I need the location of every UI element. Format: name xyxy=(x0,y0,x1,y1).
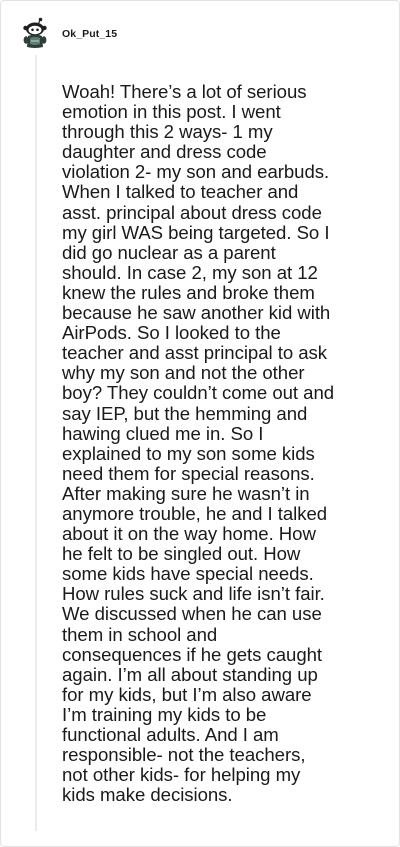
comment-body-line: hawing clued me in. So I xyxy=(62,422,264,444)
comment-body-line: need them for special reasons. xyxy=(62,462,315,484)
comment-body-line: violation 2- my son and earbuds. xyxy=(62,161,330,183)
comment-body-line: kids make decisions. xyxy=(62,784,233,806)
comment-body-line: some kids have special needs. xyxy=(62,563,314,585)
comment-body-line: teacher and asst principal to ask xyxy=(62,342,328,364)
comment-body-line: them in school and xyxy=(62,623,218,645)
comment-body-line: because he saw another kid with xyxy=(62,302,331,324)
comment-body-line: my girl WAS being targeted. So I xyxy=(62,221,330,243)
comment-body-line: say IEP, but the hemming and xyxy=(62,402,308,424)
comment-body-line: not other kids- for helping my xyxy=(62,764,301,786)
comment-body-line: responsible- not the teachers, xyxy=(62,744,306,766)
comment-body-line: Woah! There’s a lot of serious xyxy=(62,81,307,102)
comment-body-line: consequences if he gets caught xyxy=(62,643,323,665)
comment-body-line: anymore trouble, he and I talked xyxy=(62,502,328,524)
comment-body-line: why my son and not the other xyxy=(62,362,305,384)
comment-body-line: emotion in this post. I went xyxy=(62,101,281,123)
comment-body-line: for my kids, but I’m also aware xyxy=(62,683,312,705)
comment-body-line: did go nuclear as a parent xyxy=(62,241,276,263)
comment-body-line: should. In case 2, my son at 12 xyxy=(62,261,318,283)
reddit-snoo-avatar-icon xyxy=(23,17,47,48)
comment-body-line: knew the rules and broke them xyxy=(62,281,315,303)
comment-body: Woah! There’s a lot of serious emotion in… xyxy=(62,81,382,806)
comment-body-line: again. I’m all about standing up xyxy=(62,663,318,685)
comment-body-line: through this 2 ways- 1 my xyxy=(62,121,273,143)
comment-body-line: daughter and dress code xyxy=(62,141,267,163)
comment-card: Ok_Put_15 Woah! There’s a lot of serious… xyxy=(0,0,400,847)
comment-body-line: about it on the way home. How xyxy=(62,523,316,545)
comment-body-line: We discussed when he can use xyxy=(62,603,322,625)
comment-body-line: I’m training my kids to be xyxy=(62,703,267,725)
comment-body-line: explained to my son some kids xyxy=(62,442,315,464)
comment-body-line: How rules suck and life isn’t fair. xyxy=(62,583,325,605)
comment-body-line: boy? They couldn’t come out and xyxy=(62,382,335,404)
comment-body-line: AirPods. So I looked to the xyxy=(62,322,281,344)
comment-body-line: he felt to be singled out. How xyxy=(62,543,301,565)
user-avatar[interactable] xyxy=(19,16,53,50)
comment-body-line: functional adults. And I am xyxy=(62,724,279,745)
comment-author[interactable]: Ok_Put_15 xyxy=(62,28,117,40)
comment-body-line: After making sure he wasn’t in xyxy=(62,482,310,504)
thread-collapse-line[interactable] xyxy=(35,55,37,831)
comment-body-line: asst. principal about dress code xyxy=(62,201,322,223)
comment-body-line: When I talked to teacher and xyxy=(62,181,299,203)
